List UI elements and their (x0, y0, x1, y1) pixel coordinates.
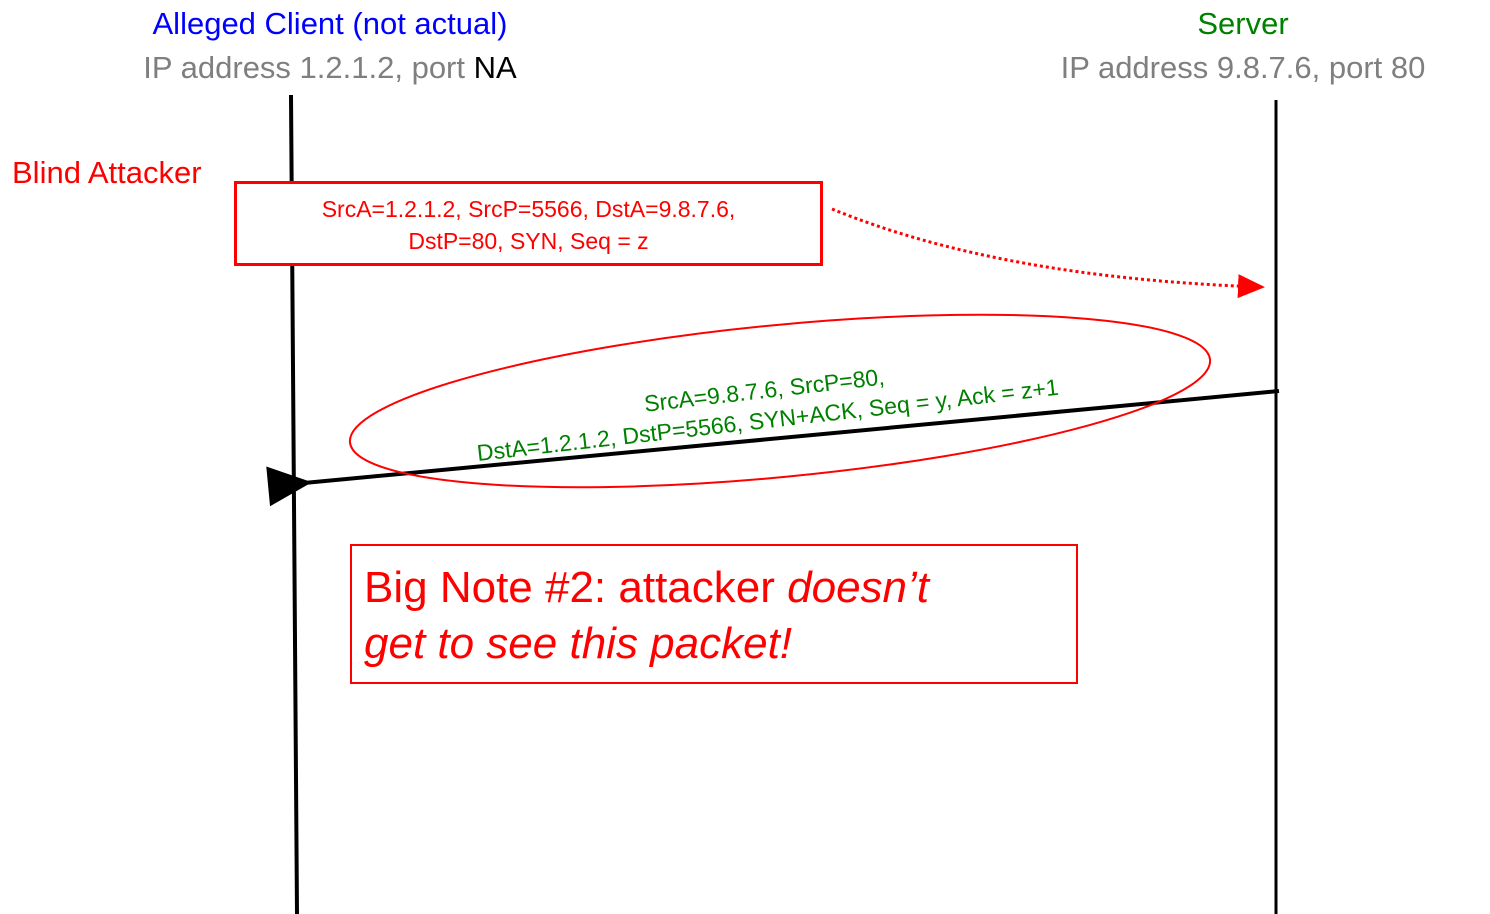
attacker-label: Blind Attacker (12, 155, 202, 190)
client-title: Alleged Client (not actual) (152, 6, 508, 41)
client-address-prefix: IP address 1.2.1.2, port (143, 50, 474, 85)
syn-packet-line-1: SrcA=1.2.1.2, SrcP=5566, DstA=9.8.7.6, (321, 196, 736, 222)
note-emphasis-2: get to see this packet! (364, 619, 793, 668)
syn-arrow (831, 207, 1265, 299)
big-note-box: Big Note #2: attacker doesn’t get to see… (350, 544, 1078, 684)
note-prefix: Big Note #2: attacker (364, 563, 788, 612)
note-line-1: Big Note #2: attacker doesn’t (364, 560, 1076, 616)
syn-packet-line-2: DstP=80, SYN, Seq = z (408, 228, 649, 254)
client-address: IP address 1.2.1.2, port NA (143, 50, 516, 86)
syn-packet-box: SrcA=1.2.1.2, SrcP=5566, DstA=9.8.7.6, D… (234, 181, 823, 266)
sequence-diagram (266, 94, 1280, 914)
server-address: IP address 9.8.7.6, port 80 (1060, 50, 1426, 85)
server-title: Server (1197, 6, 1289, 41)
note-line-2: get to see this packet! (364, 616, 1076, 672)
note-emphasis-1: doesn’t (787, 563, 930, 612)
client-port: NA (473, 50, 517, 85)
